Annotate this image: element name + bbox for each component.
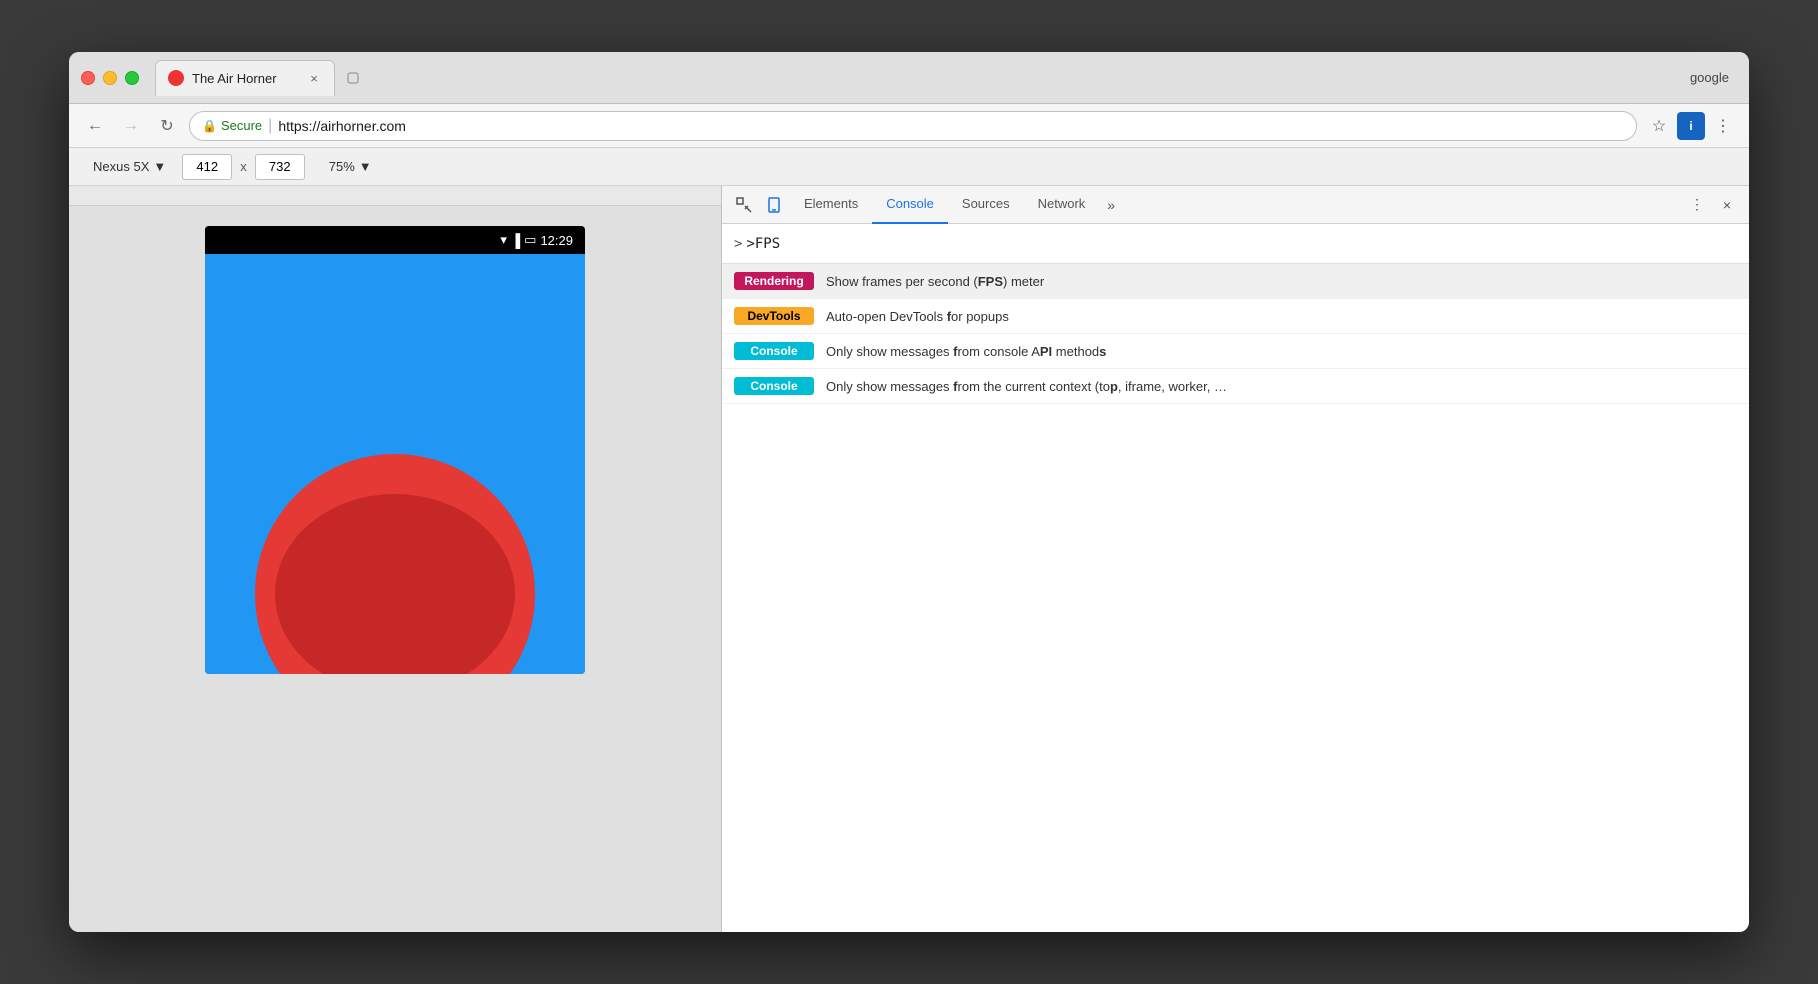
tab-console[interactable]: Console <box>872 186 948 224</box>
badge-rendering: Rendering <box>734 272 814 290</box>
badge-console-2: Console <box>734 377 814 395</box>
refresh-button[interactable]: ↻ <box>153 112 181 140</box>
google-search-text: google <box>1690 70 1729 85</box>
title-bar: The Air Horner × google <box>69 52 1749 104</box>
console-prompt: > <box>734 236 742 252</box>
console-input-row[interactable]: > >FPS <box>722 224 1749 264</box>
phone-status-bar: ▾ ▐ ▭ 12:29 <box>205 226 585 254</box>
menu-button[interactable]: ⋮ <box>1709 112 1737 140</box>
devtools-actions: ⋮ × <box>1683 191 1741 219</box>
device-selector[interactable]: Nexus 5X ▼ <box>85 155 174 178</box>
device-dropdown-icon: ▼ <box>153 159 166 174</box>
horizontal-ruler <box>69 186 721 206</box>
tab-sources[interactable]: Sources <box>948 186 1024 224</box>
badge-devtools: DevTools <box>734 307 814 325</box>
badge-console-1: Console <box>734 342 814 360</box>
lock-icon: 🔒 <box>202 119 217 133</box>
nav-bar: ← → ↻ 🔒 Secure | https://airhorner.com ☆… <box>69 104 1749 148</box>
battery-icon: ▭ <box>524 232 536 248</box>
zoom-value: 75% <box>329 159 355 174</box>
tab-favicon <box>168 70 184 86</box>
phone-screen <box>205 254 585 674</box>
autocomplete-item-rendering[interactable]: Rendering Show frames per second (FPS) m… <box>722 264 1749 299</box>
autocomplete-dropdown: Rendering Show frames per second (FPS) m… <box>722 264 1749 404</box>
horn-circle <box>255 454 535 674</box>
console-area: > >FPS Rendering Show frames per second … <box>722 224 1749 932</box>
autocomplete-item-devtools[interactable]: DevTools Auto-open DevTools for popups <box>722 299 1749 334</box>
nav-actions: ☆ i ⋮ <box>1645 112 1737 140</box>
signal-icon: ▐ <box>511 233 520 248</box>
browser-window: The Air Horner × google ← → ↻ 🔒 Secure <box>69 52 1749 932</box>
console-input[interactable]: >FPS <box>746 236 1737 252</box>
tab-bar: The Air Horner × <box>155 60 1737 96</box>
devtools-tab-bar: Elements Console Sources Network » <box>790 186 1681 224</box>
tab-network[interactable]: Network <box>1024 186 1100 224</box>
device-toolbar: Nexus 5X ▼ x 75% ▼ <box>69 148 1749 186</box>
maximize-button[interactable] <box>125 71 139 85</box>
devtools-toolbar: Elements Console Sources Network » <box>722 186 1749 224</box>
phone-frame: ▾ ▐ ▭ 12:29 <box>69 206 721 932</box>
bookmark-button[interactable]: ☆ <box>1645 112 1673 140</box>
forward-button[interactable]: → <box>117 112 145 140</box>
zoom-dropdown-icon: ▼ <box>359 159 372 174</box>
dimension-separator: x <box>240 159 247 174</box>
width-input[interactable] <box>182 154 232 180</box>
height-input[interactable] <box>255 154 305 180</box>
wifi-icon: ▾ <box>500 232 507 248</box>
page-preview: ▾ ▐ ▭ 12:29 <box>69 186 721 932</box>
autocomplete-desc-console-2: Only show messages from the current cont… <box>826 379 1227 394</box>
autocomplete-item-console-2[interactable]: Console Only show messages from the curr… <box>722 369 1749 404</box>
back-button[interactable]: ← <box>81 112 109 140</box>
tab-elements[interactable]: Elements <box>790 186 872 224</box>
autocomplete-desc-console-1: Only show messages from console API meth… <box>826 344 1106 359</box>
tab-close-button[interactable]: × <box>306 70 322 86</box>
more-tabs-button[interactable]: » <box>1099 186 1123 224</box>
autocomplete-desc-rendering: Show frames per second (FPS) meter <box>826 274 1044 289</box>
main-content: ▾ ▐ ▭ 12:29 <box>69 186 1749 932</box>
devtools-menu-button[interactable]: ⋮ <box>1683 191 1711 219</box>
devtools-panel: Elements Console Sources Network » <box>721 186 1749 932</box>
extension-button[interactable]: i <box>1677 112 1705 140</box>
secure-badge: 🔒 Secure <box>202 118 262 133</box>
close-button[interactable] <box>81 71 95 85</box>
device-toggle-button[interactable] <box>760 191 788 219</box>
address-bar[interactable]: 🔒 Secure | https://airhorner.com <box>189 111 1637 141</box>
active-tab[interactable]: The Air Horner × <box>155 60 335 96</box>
inspect-element-button[interactable] <box>730 191 758 219</box>
autocomplete-item-console-1[interactable]: Console Only show messages from console … <box>722 334 1749 369</box>
device-name: Nexus 5X <box>93 159 149 174</box>
minimize-button[interactable] <box>103 71 117 85</box>
devtools-close-button[interactable]: × <box>1713 191 1741 219</box>
traffic-lights <box>81 71 139 85</box>
new-tab-button[interactable] <box>339 64 367 92</box>
phone-time: 12:29 <box>540 233 573 248</box>
autocomplete-desc-devtools: Auto-open DevTools for popups <box>826 309 1009 324</box>
tab-title: The Air Horner <box>192 71 298 86</box>
zoom-selector[interactable]: 75% ▼ <box>321 155 380 178</box>
url-text: https://airhorner.com <box>278 118 406 134</box>
phone-device: ▾ ▐ ▭ 12:29 <box>205 226 585 674</box>
url-separator: | <box>268 117 272 135</box>
